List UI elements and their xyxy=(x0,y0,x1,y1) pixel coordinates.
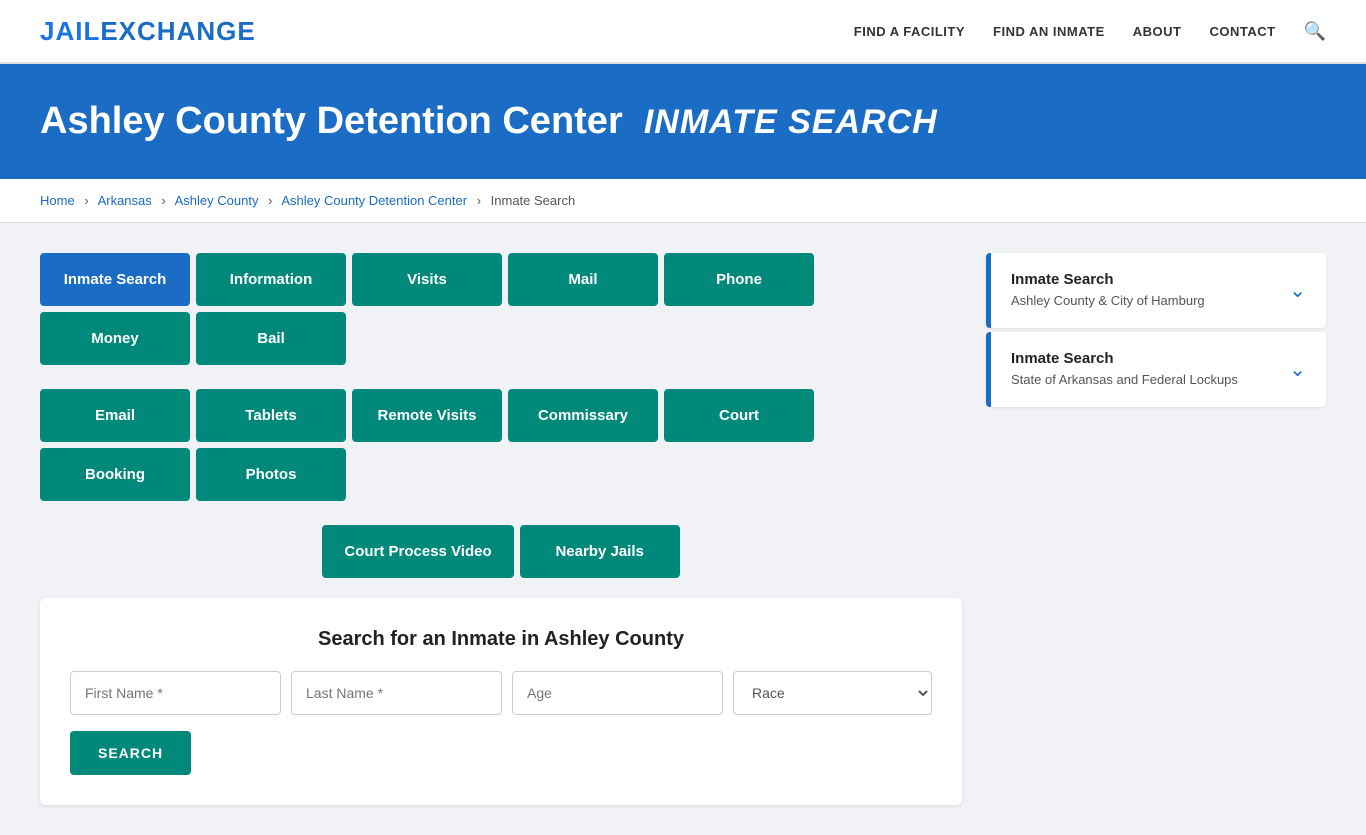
search-button[interactable]: SEARCH xyxy=(70,731,191,775)
search-card-title: Search for an Inmate in Ashley County xyxy=(70,628,932,651)
right-sidebar: Inmate Search Ashley County & City of Ha… xyxy=(986,253,1326,411)
header: JAILEXCHANGE FIND A FACILITY FIND AN INM… xyxy=(0,0,1366,64)
header-search-button[interactable]: 🔍 xyxy=(1304,21,1326,42)
sidebar-item-ashley-county[interactable]: Inmate Search Ashley County & City of Ha… xyxy=(986,253,1326,328)
btn-mail[interactable]: Mail xyxy=(508,253,658,306)
sidebar-item-arkansas-federal[interactable]: Inmate Search State of Arkansas and Fede… xyxy=(986,332,1326,407)
main-content: Inmate Search Information Visits Mail Ph… xyxy=(0,223,1366,835)
left-column: Inmate Search Information Visits Mail Ph… xyxy=(40,253,962,805)
btn-inmate-search[interactable]: Inmate Search xyxy=(40,253,190,306)
nav-find-facility[interactable]: FIND A FACILITY xyxy=(854,24,965,39)
btn-visits[interactable]: Visits xyxy=(352,253,502,306)
form-row-names: Race White Black Hispanic Asian Other xyxy=(70,671,932,715)
logo-part1: JAIL xyxy=(40,16,100,46)
btn-commissary[interactable]: Commissary xyxy=(508,389,658,442)
breadcrumb-facility[interactable]: Ashley County Detention Center xyxy=(281,193,467,208)
btn-money[interactable]: Money xyxy=(40,312,190,365)
logo[interactable]: JAILEXCHANGE xyxy=(40,16,256,47)
btn-email[interactable]: Email xyxy=(40,389,190,442)
nav-buttons-row1: Inmate Search Information Visits Mail Ph… xyxy=(40,253,962,365)
age-input[interactable] xyxy=(512,671,723,715)
nav-buttons-row2: Email Tablets Remote Visits Commissary C… xyxy=(40,389,962,501)
btn-court-process-video[interactable]: Court Process Video xyxy=(322,525,513,578)
hero-banner: Ashley County Detention Center INMATE SE… xyxy=(0,64,1366,179)
btn-tablets[interactable]: Tablets xyxy=(196,389,346,442)
sidebar-item-title-2: Inmate Search xyxy=(1011,350,1238,367)
first-name-input[interactable] xyxy=(70,671,281,715)
btn-photos[interactable]: Photos xyxy=(196,448,346,501)
sidebar-item-subtitle-1: Ashley County & City of Hamburg xyxy=(1011,293,1205,308)
sidebar-item-title-1: Inmate Search xyxy=(1011,271,1205,288)
nav-about[interactable]: ABOUT xyxy=(1133,24,1182,39)
btn-booking[interactable]: Booking xyxy=(40,448,190,501)
main-nav: FIND A FACILITY FIND AN INMATE ABOUT CON… xyxy=(854,21,1326,42)
breadcrumb-current: Inmate Search xyxy=(491,193,576,208)
btn-information[interactable]: Information xyxy=(196,253,346,306)
nav-contact[interactable]: CONTACT xyxy=(1209,24,1275,39)
breadcrumb: Home › Arkansas › Ashley County › Ashley… xyxy=(0,179,1366,223)
chevron-icon-1: ⌄ xyxy=(1289,278,1306,303)
btn-bail[interactable]: Bail xyxy=(196,312,346,365)
breadcrumb-arkansas[interactable]: Arkansas xyxy=(98,193,152,208)
logo-part2: EXCHANGE xyxy=(100,16,255,46)
nav-find-inmate[interactable]: FIND AN INMATE xyxy=(993,24,1105,39)
btn-remote-visits[interactable]: Remote Visits xyxy=(352,389,502,442)
breadcrumb-ashley-county[interactable]: Ashley County xyxy=(175,193,259,208)
sidebar-item-subtitle-2: State of Arkansas and Federal Lockups xyxy=(1011,372,1238,387)
btn-court[interactable]: Court xyxy=(664,389,814,442)
race-select[interactable]: Race White Black Hispanic Asian Other xyxy=(733,671,932,715)
breadcrumb-home[interactable]: Home xyxy=(40,193,75,208)
chevron-icon-2: ⌄ xyxy=(1289,357,1306,382)
btn-nearby-jails[interactable]: Nearby Jails xyxy=(520,525,680,578)
nav-buttons-row3: Court Process Video Nearby Jails xyxy=(40,525,962,578)
page-title: Ashley County Detention Center INMATE SE… xyxy=(40,100,1326,143)
last-name-input[interactable] xyxy=(291,671,502,715)
btn-phone[interactable]: Phone xyxy=(664,253,814,306)
search-card: Search for an Inmate in Ashley County Ra… xyxy=(40,598,962,805)
